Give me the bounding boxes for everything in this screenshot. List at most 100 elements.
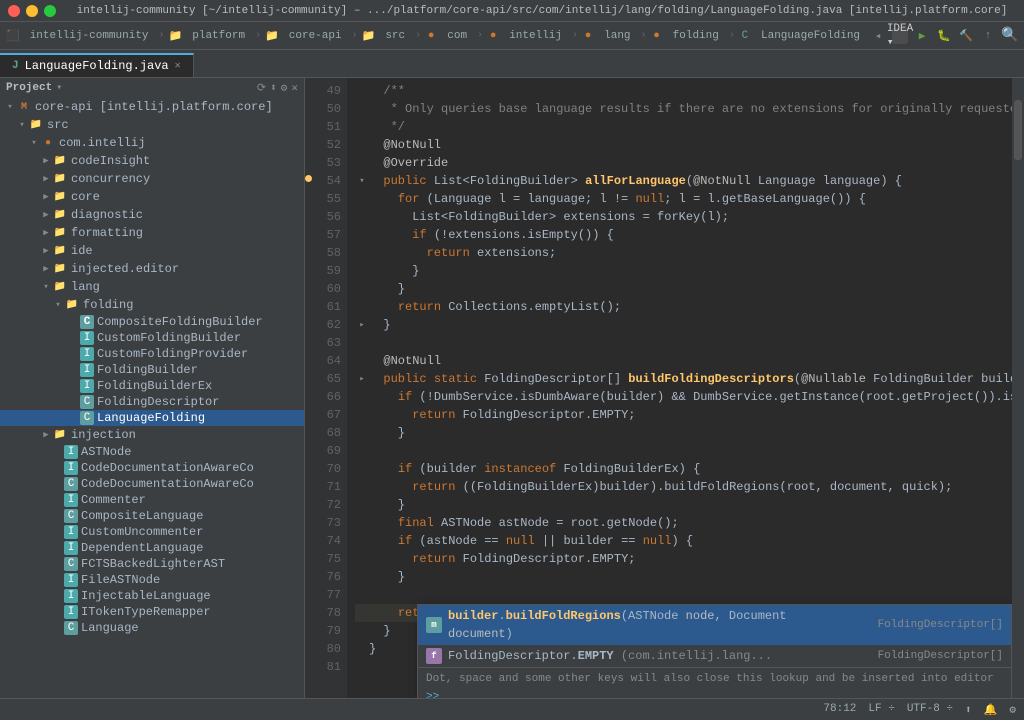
build-icon[interactable]: 🔨 <box>958 28 974 44</box>
run-icon[interactable]: ▶ <box>914 28 930 44</box>
autocomplete-popup[interactable]: m builder.buildFoldRegions(ASTNode node,… <box>417 604 1012 698</box>
run-back-icon[interactable]: ◂ <box>870 28 886 44</box>
autocomplete-item-2[interactable]: f FoldingDescriptor.EMPTY (com.intellij.… <box>418 645 1011 667</box>
cursor-position[interactable]: 78:12 <box>823 703 856 717</box>
package-icon-com: ● <box>425 28 437 44</box>
main-layout: Project ▾ ⟳ ⬍ ⚙ ✕ ▾ M core-api [intellij… <box>0 78 1024 698</box>
maximize-button[interactable] <box>44 5 56 17</box>
method-icon-1: m <box>426 617 442 633</box>
tree-src[interactable]: ▾ 📁 src <box>0 116 304 134</box>
class-icon-fcts: C <box>64 557 78 571</box>
toolbar-com[interactable]: com <box>441 28 473 44</box>
code-line-58: return extensions; <box>355 244 1004 262</box>
tree-folding-descriptor[interactable]: C FoldingDescriptor <box>0 394 304 410</box>
code-line-66: if (!DumbService.isDumbAware(builder) &&… <box>355 388 1004 406</box>
tree-astnode[interactable]: I ASTNode <box>0 444 304 460</box>
expand-icon[interactable]: ⬍ <box>270 81 277 95</box>
tree-codeinsight[interactable]: ▶ 📁 codeInsight <box>0 152 304 170</box>
toolbar-platform[interactable]: platform <box>186 28 251 44</box>
tree-injection[interactable]: ▶ 📁 injection <box>0 426 304 444</box>
hint-link[interactable]: >> <box>426 691 439 698</box>
tree-diagnostic[interactable]: ▶ 📁 diagnostic <box>0 206 304 224</box>
toolbar-lang[interactable]: lang <box>598 28 636 44</box>
title-bar: intellij-community [~/intellij-community… <box>0 0 1024 22</box>
tree-codedoc2[interactable]: C CodeDocumentationAwareCo <box>0 476 304 492</box>
code-line-54: ▾ public List<FoldingBuilder> allForLang… <box>355 172 1004 190</box>
close-panel-icon[interactable]: ✕ <box>291 81 298 95</box>
interface-icon-custom: I <box>80 331 94 345</box>
minimize-button[interactable] <box>26 5 38 17</box>
toolbar-core-api[interactable]: core-api <box>283 28 348 44</box>
interface-icon-foldingbuilderex: I <box>80 379 94 393</box>
autocomplete-item-1[interactable]: m builder.buildFoldRegions(ASTNode node,… <box>418 605 1011 645</box>
tree-root[interactable]: ▾ M core-api [intellij.platform.core] <box>0 98 304 116</box>
tree-file-astnode[interactable]: I FileASTNode <box>0 572 304 588</box>
arrow-concurrency: ▶ <box>40 174 52 184</box>
line-separator[interactable]: LF ÷ <box>868 703 894 717</box>
tree-codedoc1[interactable]: I CodeDocumentationAwareCo <box>0 460 304 476</box>
tree-injected-editor[interactable]: ▶ 📁 injected.editor <box>0 260 304 278</box>
code-line-65: ▸ public static FoldingDescriptor[] buil… <box>355 370 1004 388</box>
tree-custom-folding-provider[interactable]: I CustomFoldingProvider <box>0 346 304 362</box>
field-icon-2: f <box>426 648 442 664</box>
code-line-62: ▸ } <box>355 316 1004 334</box>
encoding[interactable]: UTF-8 ÷ <box>907 703 953 717</box>
toolbar-languagefolding[interactable]: LanguageFolding <box>755 28 866 44</box>
tree-commenter[interactable]: I Commenter <box>0 492 304 508</box>
search-everywhere-icon[interactable]: 🔍 <box>1002 28 1018 44</box>
tab-close-button[interactable]: ✕ <box>175 60 181 72</box>
toolbar-src[interactable]: src <box>379 28 411 44</box>
toolbar-folding[interactable]: folding <box>667 28 725 44</box>
tree-custom-uncommenter[interactable]: I CustomUncommenter <box>0 524 304 540</box>
tree-folding-builder-ex[interactable]: I FoldingBuilderEx <box>0 378 304 394</box>
code-content[interactable]: /** * Only queries base language results… <box>347 78 1012 698</box>
arrow-formatting: ▶ <box>40 228 52 238</box>
editor-tab-languagefolding[interactable]: J LanguageFolding.java ✕ <box>0 53 194 77</box>
vcs-icon[interactable]: ↑ <box>980 28 996 44</box>
editor-scrollbar[interactable] <box>1012 78 1024 698</box>
vcs-status-icon[interactable]: ⬆ <box>965 703 972 717</box>
code-line-74: if (astNode == null || builder == null) … <box>355 532 1004 550</box>
code-line-70: if (builder instanceof FoldingBuilderEx)… <box>355 460 1004 478</box>
class-icon-codedoc2: C <box>64 477 78 491</box>
traffic-lights <box>8 5 56 17</box>
tree-folding-builder[interactable]: I FoldingBuilder <box>0 362 304 378</box>
tree-composite-language[interactable]: C CompositeLanguage <box>0 508 304 524</box>
toolbar-intellij[interactable]: intellij <box>503 28 568 44</box>
tree-composite-folding-builder[interactable]: C CompositeFoldingBuilder <box>0 314 304 330</box>
tree-ide[interactable]: ▶ 📁 ide <box>0 242 304 260</box>
tree-concurrency[interactable]: ▶ 📁 concurrency <box>0 170 304 188</box>
tree-custom-folding-builder[interactable]: I CustomFoldingBuilder <box>0 330 304 346</box>
folder-core-icon: 📁 <box>52 189 68 205</box>
tree-language-folding[interactable]: C LanguageFolding <box>0 410 304 426</box>
scroll-thumb[interactable] <box>1014 100 1022 160</box>
idea-button[interactable]: IDEA ▾ <box>892 28 908 44</box>
tree-com-intellij[interactable]: ▾ ● com.intellij <box>0 134 304 152</box>
tree-language[interactable]: C Language <box>0 620 304 636</box>
tree-folding[interactable]: ▾ 📁 folding <box>0 296 304 314</box>
notifications-icon[interactable]: 🔔 <box>984 703 998 717</box>
settings-status-icon[interactable]: ⚙ <box>1009 703 1016 717</box>
tree-core[interactable]: ▶ 📁 core <box>0 188 304 206</box>
code-line-77 <box>355 586 1004 604</box>
tree-fcts-backed[interactable]: C FCTSBackedLighterAST <box>0 556 304 572</box>
close-button[interactable] <box>8 5 20 17</box>
tree-injectable-language[interactable]: I InjectableLanguage <box>0 588 304 604</box>
java-file-icon: J <box>12 60 19 72</box>
tree-lang[interactable]: ▾ 📁 lang <box>0 278 304 296</box>
tree-itoken-remapper[interactable]: I ITokenTypeRemapper <box>0 604 304 620</box>
debug-icon[interactable]: 🐛 <box>936 28 952 44</box>
tree-formatting[interactable]: ▶ 📁 formatting <box>0 224 304 242</box>
folder-codeinsight-icon: 📁 <box>52 153 68 169</box>
editor-content[interactable]: 49 50 51 52 53 54 55 56 57 58 59 60 61 6… <box>305 78 1024 698</box>
folder-ide-icon: 📁 <box>52 243 68 259</box>
folder-icon-coreapi: 📁 <box>265 28 279 44</box>
tree-dependent-language[interactable]: I DependentLanguage <box>0 540 304 556</box>
class-icon-composite: C <box>80 315 94 329</box>
interface-icon-itoken: I <box>64 605 78 619</box>
code-line-56: List<FoldingBuilder> extensions = forKey… <box>355 208 1004 226</box>
gear-icon[interactable]: ⚙ <box>281 81 288 95</box>
sync-icon[interactable]: ⟳ <box>257 81 266 95</box>
toolbar-project[interactable]: intellij-community <box>24 28 155 44</box>
line-numbers: 49 50 51 52 53 54 55 56 57 58 59 60 61 6… <box>305 78 347 698</box>
